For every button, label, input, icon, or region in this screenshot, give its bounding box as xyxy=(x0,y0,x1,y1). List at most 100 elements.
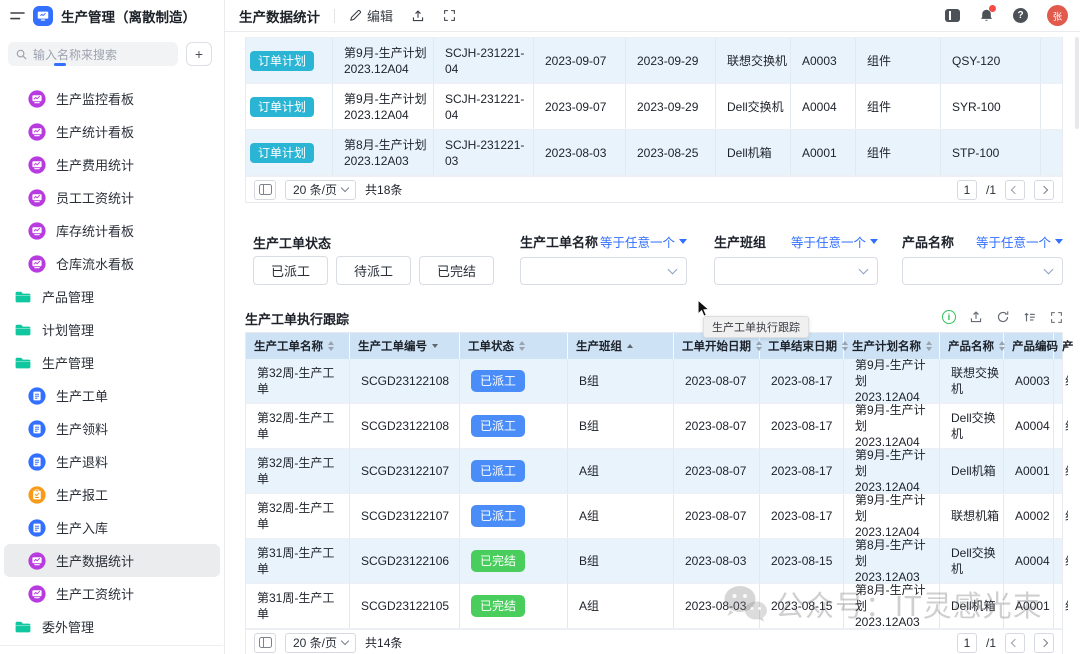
sidebar-item[interactable]: 生产监控看板 xyxy=(4,82,220,115)
avatar[interactable]: 张 xyxy=(1047,5,1068,26)
sidebar-item-admin[interactable]: 管理后台 xyxy=(0,645,223,654)
status-option-finished[interactable]: 已完结 xyxy=(419,256,494,285)
next-page-button[interactable] xyxy=(1034,180,1054,200)
table-cell: SCGD23122108 xyxy=(350,359,460,403)
table-row[interactable]: 第32周-生产工单SCGD23122107已派工A组2023-08-072023… xyxy=(246,449,1062,494)
table-cell: 2023-08-07 xyxy=(674,359,760,403)
sidebar-item[interactable]: 生产统计看板 xyxy=(4,115,220,148)
sidebar-header: 生产管理（离散制造） xyxy=(0,0,224,32)
track-table-header-row: 生产工单执行跟踪 i xyxy=(245,305,1063,332)
sidebar-item[interactable]: 生产数据统计 xyxy=(4,544,220,577)
sidebar-item[interactable]: 生产工资统计 xyxy=(4,577,220,610)
table-row[interactable]: 第31周-生产工单SCGD23122106已完结B组2023-08-032023… xyxy=(246,539,1062,584)
add-button[interactable]: + xyxy=(186,42,212,66)
table-cell: Dell交换机 xyxy=(940,539,1004,583)
prev-page-button[interactable] xyxy=(1005,180,1025,200)
filter-operator[interactable]: 等于任意一个 xyxy=(791,232,878,251)
table-cell: SCJH-231221- 04 xyxy=(434,84,534,129)
scrollbar-thumb[interactable] xyxy=(1075,37,1079,129)
team-select[interactable] xyxy=(714,257,878,285)
sidebar-item[interactable]: 库存统计看板 xyxy=(4,214,220,247)
filter-operator[interactable]: 等于任意一个 xyxy=(600,232,687,251)
total-count: 共18条 xyxy=(365,181,402,198)
search-placeholder: 输入名称来搜索 xyxy=(33,46,117,63)
order-name-select[interactable] xyxy=(520,257,687,285)
table-cell: 组 xyxy=(1054,539,1068,583)
sidebar-item[interactable]: 生产入库 xyxy=(4,511,220,544)
sidebar-item-label: 委外管理 xyxy=(42,617,94,636)
column-settings-icon[interactable] xyxy=(254,180,276,200)
sort-settings-icon[interactable] xyxy=(1023,310,1037,324)
column-header[interactable]: 工单状态 xyxy=(460,333,568,359)
share-icon[interactable] xyxy=(411,9,425,23)
filter-operator[interactable]: 等于任意一个 xyxy=(976,232,1063,251)
sidebar-item[interactable]: 生产领料 xyxy=(4,412,220,445)
notification-bell-icon[interactable] xyxy=(979,8,994,23)
table-cell: 组 xyxy=(1054,359,1068,403)
help-icon[interactable]: ? xyxy=(1013,8,1028,23)
sidebar-item[interactable]: 仓库流水看板 xyxy=(4,247,220,280)
table-cell: 2023-09-29 xyxy=(626,84,716,129)
sidebar-item[interactable]: 生产报工 xyxy=(4,478,220,511)
edit-button[interactable]: 编辑 xyxy=(349,6,393,25)
next-page-button[interactable] xyxy=(1034,633,1054,653)
table-cell: 2023-08-07 xyxy=(674,404,760,448)
table-row[interactable]: 订单计划第9月-生产计划 2023.12A04SCJH-231221- 0420… xyxy=(246,84,1062,130)
column-settings-icon[interactable] xyxy=(254,633,276,653)
sidebar-item[interactable]: 员工工资统计 xyxy=(4,181,220,214)
sidebar-item[interactable]: 委外管理 xyxy=(4,610,220,643)
status-option-dispatched[interactable]: 已派工 xyxy=(253,256,328,285)
sidebar-item-label: 仓库流水看板 xyxy=(56,254,134,273)
table-row[interactable]: 第32周-生产工单SCGD23122108已派工B组2023-08-072023… xyxy=(246,404,1062,449)
fullscreen-icon[interactable] xyxy=(443,9,456,22)
table-row[interactable]: 第32周-生产工单SCGD23122108已派工B组2023-08-072023… xyxy=(246,359,1062,404)
table-row[interactable]: 第31周-生产工单SCGD23122105已完结A组2023-08-032023… xyxy=(246,584,1062,629)
prev-page-button[interactable] xyxy=(1005,633,1025,653)
column-header[interactable]: 生产工单编号 xyxy=(350,333,460,359)
column-header[interactable]: 产 xyxy=(1054,333,1076,359)
table-cell: 第32周-生产工单 xyxy=(246,449,350,493)
page-size-select[interactable]: 20 条/页 xyxy=(285,633,356,653)
export-icon[interactable] xyxy=(969,310,983,324)
column-header[interactable]: 生产计划名称 xyxy=(844,333,940,359)
app-title: 生产管理（离散制造） xyxy=(61,6,196,26)
sidebar-item[interactable]: 计划管理 xyxy=(4,313,220,346)
table-cell: 2023-08-25 xyxy=(626,130,716,175)
table-row[interactable]: 订单计划第8月-生产计划 2023.12A03SCJH-231221- 0320… xyxy=(246,130,1062,176)
product-select[interactable] xyxy=(902,257,1063,285)
table-row[interactable]: 第32周-生产工单SCGD23122107已派工A组2023-08-072023… xyxy=(246,494,1062,539)
page-number[interactable]: 1 xyxy=(957,633,977,653)
tooltip: 生产工单执行跟踪 xyxy=(703,316,809,338)
column-header[interactable]: 生产班组 xyxy=(568,333,674,359)
refresh-icon[interactable] xyxy=(996,310,1010,324)
sidebar-item-label: 生产工资统计 xyxy=(56,584,134,603)
column-header[interactable]: 产品名称 xyxy=(940,333,1004,359)
dashboard-icon xyxy=(28,90,46,108)
menu-toggle-icon[interactable] xyxy=(10,10,25,22)
info-icon[interactable]: i xyxy=(942,310,956,324)
table-row[interactable]: 订单计划第9月-生产计划 2023.12A04SCJH-231221- 0420… xyxy=(246,38,1062,84)
table-cell: B组 xyxy=(568,359,674,403)
page-size-select[interactable]: 20 条/页 xyxy=(285,180,356,200)
sidebar-item[interactable]: 生产费用统计 xyxy=(4,148,220,181)
sidebar-item-label: 生产退料 xyxy=(56,452,108,471)
table-cell: 2023-08-03 xyxy=(674,584,760,628)
search-input[interactable]: 输入名称来搜索 xyxy=(8,42,178,66)
filter-section: 生产工单状态 已派工 待派工 已完结 生产工单名称 等于任意一个 生产班组 等于… xyxy=(245,233,1063,295)
sidebar-toggle-icon[interactable] xyxy=(945,9,960,22)
column-header[interactable]: 产品编码 xyxy=(1004,333,1054,359)
status-option-pending[interactable]: 待派工 xyxy=(336,256,411,285)
expand-icon[interactable] xyxy=(1050,311,1063,324)
chevron-down-icon xyxy=(859,265,869,275)
column-header[interactable]: 生产工单名称 xyxy=(246,333,350,359)
table-cell: A0001 xyxy=(1004,584,1054,628)
sort-icon xyxy=(926,341,932,351)
sidebar-item[interactable]: 生产管理 xyxy=(4,346,220,379)
table-cell: STP-100 xyxy=(941,130,1041,175)
sidebar-item[interactable]: 生产退料 xyxy=(4,445,220,478)
sidebar-item[interactable]: 产品管理 xyxy=(4,280,220,313)
sidebar-item[interactable]: 生产工单 xyxy=(4,379,220,412)
page-number[interactable]: 1 xyxy=(957,180,977,200)
table-cell: 2023-09-29 xyxy=(626,38,716,83)
table-cell: Dell交换机 xyxy=(716,84,791,129)
